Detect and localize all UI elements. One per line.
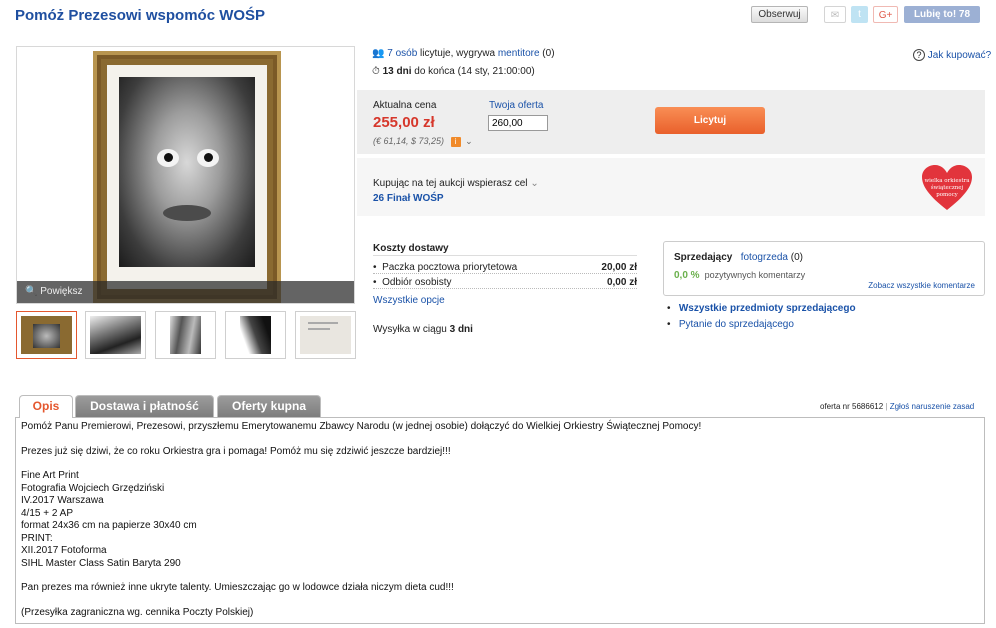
shipping-time: Wysyłka w ciągu 3 dni <box>373 324 473 335</box>
seller-positive-text: pozytywnych komentarzy <box>704 270 806 280</box>
bullet-icon: • <box>373 262 383 273</box>
report-link[interactable]: Zgłoś naruszenie zasad <box>890 402 975 411</box>
shipping-option-price: 20,00 zł <box>601 262 637 273</box>
eye-right <box>197 149 219 167</box>
zoom-label: Powiększ <box>40 286 83 297</box>
tab-shipping-payment[interactable]: Dostawa i płatność <box>75 395 214 417</box>
ends-text: do końca (14 sty, 21:00:00) <box>411 66 535 77</box>
seller-box: Sprzedający fotogrzeda (0) 0,0 % pozytyw… <box>663 241 985 296</box>
logo-text-3: pomocy <box>936 192 958 198</box>
all-comments-link[interactable]: Zobacz wszystkie komentarze <box>868 281 975 290</box>
offer-number: oferta nr 5686612 <box>820 402 884 411</box>
info-icon[interactable]: i <box>450 137 461 147</box>
charity-goal[interactable]: 26 Finał WOŚP <box>373 193 444 204</box>
tab-buy-offers[interactable]: Oferty kupna <box>217 395 321 417</box>
tab-description[interactable]: Opis <box>19 395 73 418</box>
leader-link[interactable]: mentitore <box>498 48 540 59</box>
how-to-buy-link[interactable]: Jak kupować? <box>928 50 991 61</box>
wosp-heart-logo: wielka orkiestra świątecznej pomocy <box>922 165 972 210</box>
charity-label: Kupując na tej aukcji wspierasz cel <box>373 178 528 189</box>
price-box: Aktualna cena 255,00 zł (€ 61,14, $ 73,2… <box>357 90 985 154</box>
current-price-label: Aktualna cena <box>373 100 437 111</box>
charity-text: Kupując na tej aukcji wspierasz cel ⌄ <box>373 178 539 189</box>
leader-count: (0) <box>539 48 555 59</box>
stopwatch-icon: ⏱ <box>372 66 380 77</box>
thumbnail-4[interactable] <box>225 311 286 359</box>
description-paragraph: Fine Art Print Fotografia Wojciech Grzęd… <box>21 470 197 569</box>
thumbnail-5[interactable] <box>295 311 356 359</box>
current-price: 255,00 zł <box>373 114 435 131</box>
offer-input[interactable] <box>488 115 548 131</box>
bullet-icon: • <box>373 277 383 288</box>
logo-text-1: wielka orkiestra <box>924 178 970 184</box>
seller-label: Sprzedający <box>674 252 733 263</box>
price-conversion: (€ 61,14, $ 73,25) i ⌄ <box>373 136 473 147</box>
seller-positive: 0,0 % <box>674 270 700 281</box>
offer-info: oferta nr 5686612 | Zgłoś naruszenie zas… <box>820 402 975 411</box>
share-twitter-icon[interactable]: t <box>851 6 868 23</box>
description-paragraph: Pan prezes ma również inne ukryte talent… <box>21 582 454 593</box>
bullet-icon: • <box>667 303 679 314</box>
page-title: Pomóż Prezesowi wspomóc WOŚP <box>15 7 266 24</box>
magnifier-icon: 🔍 <box>25 286 38 297</box>
thumbnail-1[interactable] <box>16 311 77 359</box>
seller-rating: 0,0 % pozytywnych komentarzy <box>674 270 805 281</box>
logo-text-2: świątecznej <box>931 184 964 191</box>
question-icon: ? <box>913 49 925 61</box>
shipping-option-name: Paczka pocztowa priorytetowa <box>382 262 518 273</box>
description-panel: Pomóż Panu Premierowi, Prezesowi, przysz… <box>15 417 985 624</box>
mouth <box>163 205 211 221</box>
time-left: ⏱ 13 dni do końca (14 sty, 21:00:00) <box>372 66 535 77</box>
shipping-option-name: Odbiór osobisty <box>382 277 452 288</box>
description-paragraph: (Przesyłka zagraniczna wg. cennika Poczt… <box>21 606 254 618</box>
shipping-option-price: 0,00 zł <box>606 277 637 288</box>
ask-seller-link[interactable]: Pytanie do sprzedającego <box>679 319 794 330</box>
all-shipping-options-link[interactable]: Wszystkie opcje <box>373 295 445 306</box>
thumbnail-3[interactable] <box>155 311 216 359</box>
observe-button[interactable]: Obserwuj <box>751 6 808 23</box>
share-gplus-button[interactable]: G+ <box>873 6 898 23</box>
seller-link-item[interactable]: • Wszystkie przedmioty sprzedającego <box>667 303 856 314</box>
description-paragraph: Prezes już się dziwi, że co roku Orkiest… <box>21 445 451 457</box>
facebook-like-button[interactable]: Lubię to! 78 <box>904 6 980 23</box>
shipping-option: • Odbiór osobisty 0,00 zł <box>373 277 637 289</box>
users-icon: 👥 <box>372 48 385 59</box>
bidders-text: licytuje, wygrywa <box>417 48 498 59</box>
main-product-image[interactable]: 🔍 Powiększ <box>16 46 355 304</box>
share-mail-icon[interactable]: ✉ <box>824 6 846 23</box>
description-paragraph: Pomóż Panu Premierowi, Prezesowi, przysz… <box>21 421 702 432</box>
shipping-option: • Paczka pocztowa priorytetowa 20,00 zł <box>373 262 637 274</box>
bid-button[interactable]: Licytuj <box>655 107 765 134</box>
bullet-icon: • <box>667 319 679 330</box>
seller-line: Sprzedający fotogrzeda (0) <box>674 252 803 263</box>
bidders-link[interactable]: 7 osób <box>387 48 417 59</box>
framed-photo <box>93 51 281 303</box>
days-left: 13 dni <box>382 66 412 77</box>
thumbnail-2[interactable] <box>85 311 146 359</box>
seller-count: (0) <box>790 252 803 263</box>
ship-time-value: 3 dni <box>449 324 473 335</box>
bidders-info: 👥 7 osób licytuje, wygrywa mentitore (0) <box>372 48 555 59</box>
how-to-buy[interactable]: ? Jak kupować? <box>913 49 991 61</box>
conversion-text: (€ 61,14, $ 73,25) <box>373 136 445 146</box>
your-offer-label: Twoja oferta <box>489 100 544 111</box>
seller-link-item[interactable]: • Pytanie do sprzedającego <box>667 319 794 330</box>
seller-name-link[interactable]: fotogrzeda <box>741 252 788 263</box>
ship-time-prefix: Wysyłka w ciągu <box>373 324 450 335</box>
shipping-title: Koszty dostawy <box>373 243 637 256</box>
eye-left <box>157 149 179 167</box>
chevron-down-icon[interactable]: ⌄ <box>530 178 538 189</box>
all-items-link[interactable]: Wszystkie przedmioty sprzedającego <box>679 303 856 314</box>
charity-box: Kupując na tej aukcji wspierasz cel ⌄ 26… <box>357 158 985 216</box>
zoom-bar[interactable]: 🔍 Powiększ <box>17 281 354 303</box>
chevron-down-icon[interactable]: ⌄ <box>465 136 473 146</box>
